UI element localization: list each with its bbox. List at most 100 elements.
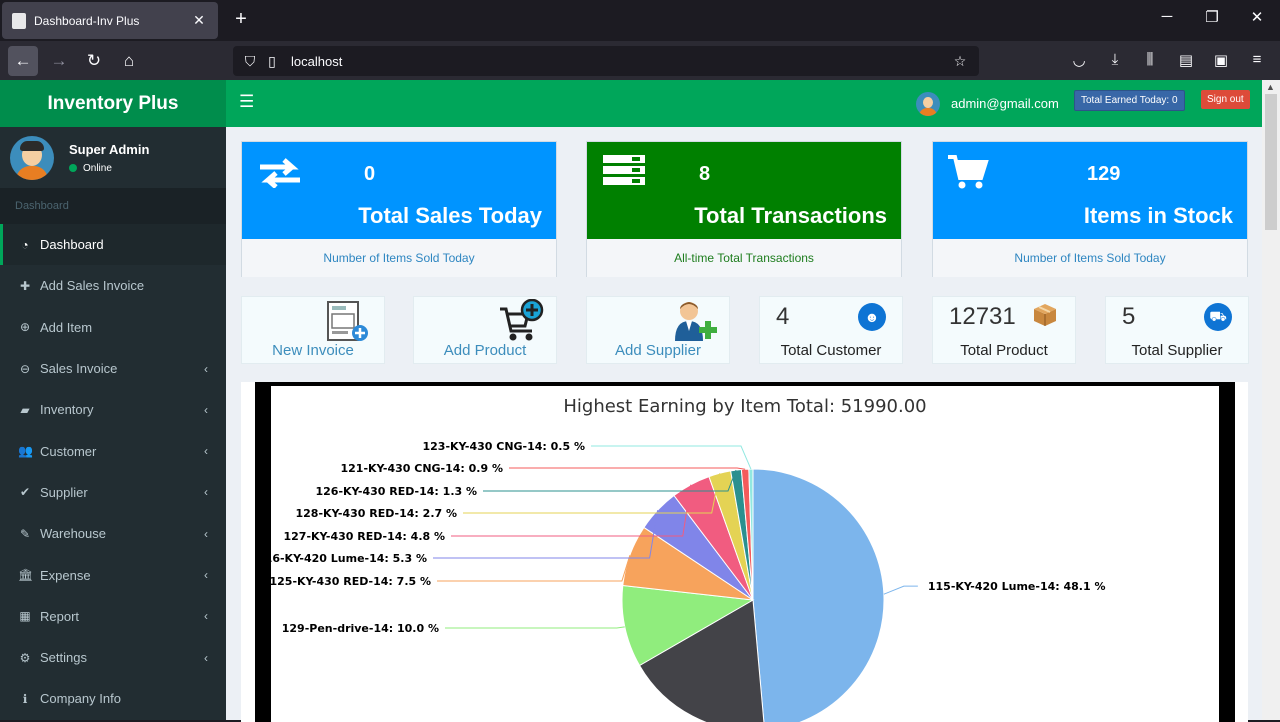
add-product-label[interactable]: Add Product [414,342,556,359]
sales-today-label: Total Sales Today [358,203,542,228]
menu-icon[interactable]: ≡ [1246,51,1268,68]
pie-slice-label: 125-KY-430 RED-14: 7.5 % [271,575,431,588]
sidebar-item-expense[interactable]: 🏛 Expense ‹ [0,554,226,595]
shield-icon[interactable]: ⛉ [239,53,261,70]
sidebar-item-label: Inventory [40,402,94,418]
topbar-avatar[interactable] [916,92,940,116]
exchange-icon [260,158,300,188]
stock-footer[interactable]: Number of Items Sold Today [933,239,1247,277]
pie-connector [509,467,746,470]
user-panel: Super Admin Online [0,127,226,188]
pie-slice-label: 123-KY-430 CNG-14: 0.5 % [422,440,585,453]
transactions-footer[interactable]: All-time Total Transactions [587,239,901,277]
sidebar-item-company-info[interactable]: ℹ Company Info [0,678,226,719]
total-supplier-value: 5 [1122,303,1136,330]
extension-icon[interactable]: ▣ [1210,51,1232,69]
pie-slice-label: 126-KY-430 RED-14: 1.3 % [315,485,477,498]
address-bar[interactable]: ⛉ ▯ localhost ☆ [233,46,979,76]
window-close-icon[interactable]: ✕ [1245,8,1269,26]
sidebar-item-customer[interactable]: 👥 Customer ‹ [0,430,226,471]
sidebar-item-label: Settings [40,650,87,666]
stock-value: 129 [1087,163,1121,185]
customers-icon: ☻ [858,303,886,331]
sidebar-item-label: Report [40,608,80,624]
pie-connector [591,445,752,470]
maximize-icon[interactable]: ❐ [1200,8,1224,26]
close-tab-icon[interactable]: ✕ [190,12,208,29]
add-product-link[interactable]: Add Product [413,296,557,364]
page-scrollbar[interactable]: ▲ [1262,80,1280,720]
hamburger-menu-icon[interactable]: ☰ [239,92,254,112]
sidebar-item-label: Company Info [40,691,121,707]
chart-frame: Highest Earning by Item Total: 51990.00 … [255,382,1235,722]
scroll-up-icon[interactable]: ▲ [1266,82,1275,92]
user-name: Super Admin [69,141,150,157]
tab-title: Dashboard-Inv Plus [34,13,140,28]
sidebar-item-sales-invoice[interactable]: ⊖ Sales Invoice ‹ [0,348,226,389]
reload-icon[interactable]: ↻ [79,46,109,76]
paint-brush-icon: ✎ [19,526,31,541]
pie-slice-label: 115-KY-420 Lume-14: 48.1 % [928,580,1106,593]
download-icon[interactable]: ⤓ [1104,51,1126,68]
scroll-thumb[interactable] [1265,94,1277,230]
minimize-icon[interactable]: ─ [1155,8,1179,25]
total-product-value: 12731 [949,303,1016,330]
page-info-icon[interactable]: ▯ [261,53,283,70]
pie-connector [437,555,631,582]
signout-button[interactable]: Sign out [1201,90,1250,109]
sidebar-item-dashboard[interactable]: ◔ Dashboard [0,224,226,266]
url-text[interactable]: localhost [291,54,943,69]
sidebar-toggle-icon[interactable]: ▤ [1175,51,1197,69]
minus-circle-icon: ⊖ [19,361,31,376]
sidebar-item-supplier[interactable]: ✔ Supplier ‹ [0,472,226,513]
sidebar-item-label: Dashboard [40,237,104,253]
total-product-label: Total Product [960,342,1048,359]
pie-slice-label: 128-KY-430 RED-14: 2.7 % [295,507,457,520]
sidebar-item-report[interactable]: ▦ Report ‹ [0,596,226,637]
pie-slice-label: 116-KY-420 Lume-14: 5.3 % [271,552,427,565]
plus-circle-icon: ⊕ [19,320,31,335]
add-supplier-label[interactable]: Add Supplier [587,342,729,359]
chevron-left-icon: ‹ [204,609,208,624]
topbar: ☰ admin@gmail.com Total Earned Today: 0 … [226,80,1262,127]
user-email[interactable]: admin@gmail.com [951,96,1059,111]
info-icon: ℹ [22,691,28,706]
sidebar-item-settings[interactable]: ⚙ Settings ‹ [0,637,226,678]
sidebar-item-label: Supplier [40,484,88,500]
new-invoice-link[interactable]: New Invoice [241,296,385,364]
back-icon[interactable]: ← [8,46,38,76]
total-customer-box: 4 ☻ Total Customer [759,296,903,364]
forward-icon[interactable]: → [44,46,74,76]
bookmark-star-icon[interactable]: ☆ [949,53,971,70]
sidebar: Inventory Plus Super Admin Online Dashbo… [0,80,226,720]
sidebar-item-warehouse[interactable]: ✎ Warehouse ‹ [0,513,226,554]
library-icon[interactable]: ⫼ [1139,51,1161,68]
server-icon [603,155,645,185]
browser-tab[interactable]: Dashboard-Inv Plus ✕ [2,2,218,39]
pie-chart: 115-KY-420 Lume-14: 48.1 % 129-Pen-drive-… [271,440,1106,722]
sidebar-item-inventory[interactable]: ▰ Inventory ‹ [0,389,226,430]
sidebar-item-add-sales-invoice[interactable]: ✚ Add Sales Invoice [0,265,226,306]
browser-titlebar: Dashboard-Inv Plus ✕ + ─ ❐ ✕ [0,0,1280,41]
home-icon[interactable]: ⌂ [114,46,144,76]
sidebar-header: Dashboard [0,188,226,224]
chevron-left-icon: ‹ [204,526,208,541]
cart-icon [948,155,989,189]
sales-today-footer[interactable]: Number of Items Sold Today [242,239,556,277]
pie-slice[interactable] [752,468,885,722]
total-customer-value: 4 [776,303,790,330]
pocket-icon[interactable]: ◡ [1068,51,1090,69]
sidebar-item-add-item[interactable]: ⊕ Add Item [0,307,226,348]
brand-logo[interactable]: Inventory Plus [0,80,226,127]
transactions-label: Total Transactions [694,203,887,228]
add-supplier-link[interactable]: Add Supplier [586,296,730,364]
chevron-left-icon: ‹ [204,485,208,500]
total-product-box: 12731 Total Product [932,296,1076,364]
chevron-left-icon: ‹ [204,361,208,376]
online-dot-icon [69,164,77,172]
sidebar-item-label: Warehouse [40,526,106,542]
new-invoice-label[interactable]: New Invoice [242,342,384,359]
total-supplier-box: 5 ⛟ Total Supplier [1105,296,1249,364]
new-tab-icon[interactable]: + [230,8,252,31]
pie-slice-label: 127-KY-430 RED-14: 4.8 % [283,530,445,543]
